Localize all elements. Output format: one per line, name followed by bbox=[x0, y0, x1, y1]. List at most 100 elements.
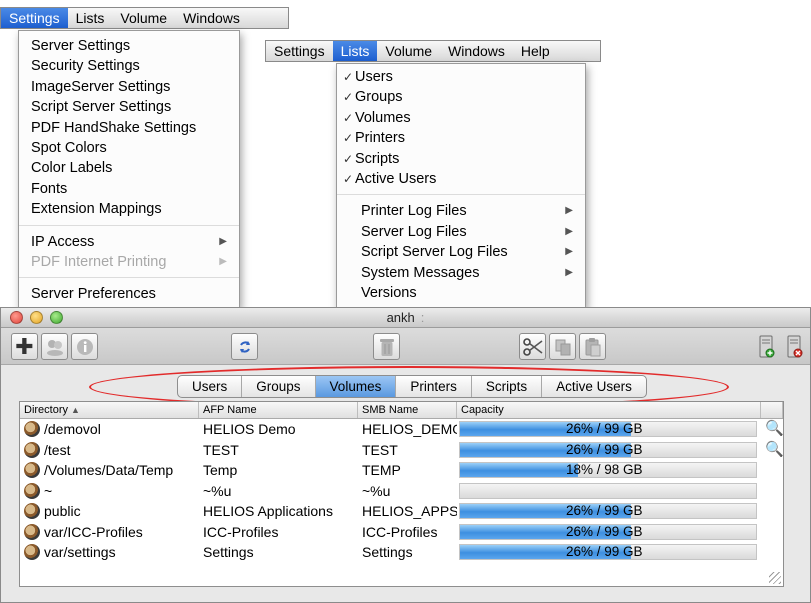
menu-item-extension-mappings[interactable]: Extension Mappings bbox=[19, 199, 239, 219]
delete-button[interactable] bbox=[373, 333, 400, 360]
add-server-button[interactable] bbox=[753, 333, 780, 360]
column-header-directory[interactable]: Directory ▲ bbox=[20, 402, 199, 418]
menu-item-volumes[interactable]: ✓ Volumes bbox=[337, 108, 585, 128]
tab-active-users[interactable]: Active Users bbox=[542, 376, 646, 397]
close-window-button[interactable] bbox=[10, 311, 23, 324]
column-header-smb-name[interactable]: SMB Name bbox=[358, 402, 457, 418]
magnifier-icon[interactable]: 🔍 bbox=[765, 420, 783, 437]
capacity-bar: 26% / 99 GB bbox=[459, 421, 757, 437]
volume-folder-icon bbox=[24, 462, 40, 478]
tab-volumes[interactable]: Volumes bbox=[315, 376, 397, 397]
column-header-actions bbox=[761, 402, 783, 418]
menu-help[interactable]: Help bbox=[513, 41, 558, 61]
volume-folder-icon bbox=[24, 544, 40, 560]
menu-item-versions[interactable]: Versions bbox=[337, 283, 585, 303]
cell-capacity: 26% / 99 GB bbox=[457, 501, 761, 521]
cell-smb-name: TEST bbox=[362, 441, 398, 458]
menu-item-system-messages[interactable]: System Messages ▶ bbox=[337, 263, 585, 283]
refresh-icon bbox=[239, 340, 250, 353]
capacity-bar bbox=[459, 482, 757, 499]
menu-settings[interactable]: Settings bbox=[1, 8, 68, 28]
magnifier-icon[interactable]: 🔍 bbox=[765, 441, 783, 458]
menu-item-label: Users bbox=[355, 69, 393, 85]
submenu-arrow-icon: ▶ bbox=[565, 246, 573, 258]
menu-item-pdf-handshake-settings[interactable]: PDF HandShake Settings bbox=[19, 118, 239, 138]
table-row[interactable]: /demovol HELIOS Demo HELIOS_DEMO 26% / 99 G… bbox=[20, 419, 783, 440]
volume-folder-icon bbox=[24, 421, 40, 437]
menu-item-printers[interactable]: ✓ Printers bbox=[337, 128, 585, 148]
menu-item-server-preferences[interactable]: Server Preferences bbox=[19, 284, 239, 304]
paste-button[interactable] bbox=[579, 333, 606, 360]
menu-volume[interactable]: Volume bbox=[112, 8, 175, 28]
menu-windows[interactable]: Windows bbox=[440, 41, 513, 61]
menu-item-fonts[interactable]: Fonts bbox=[19, 179, 239, 199]
tab-scripts[interactable]: Scripts bbox=[472, 376, 543, 397]
cell-actions bbox=[761, 522, 783, 543]
add-button[interactable]: ✚ bbox=[11, 333, 38, 360]
menu-settings[interactable]: Settings bbox=[266, 41, 333, 61]
menu-item-label: Groups bbox=[355, 89, 403, 106]
copy-button[interactable] bbox=[549, 333, 576, 360]
menu-item-groups[interactable]: ✓ Groups bbox=[337, 87, 585, 107]
scissors-icon bbox=[522, 337, 542, 356]
menu-item-printer-log-files[interactable]: Printer Log Files ▶ bbox=[337, 201, 585, 221]
minimize-window-button[interactable] bbox=[30, 311, 43, 324]
table-row[interactable]: var/ICC-Profiles ICC-Profiles ICC-Profiles… bbox=[20, 522, 783, 543]
capacity-text: 26% / 99 GB bbox=[566, 441, 643, 457]
menu-item-active-users[interactable]: ✓ Active Users bbox=[337, 169, 585, 189]
menu-item-label: IP Access bbox=[31, 233, 95, 250]
edit-button[interactable] bbox=[41, 333, 68, 360]
menu-item-security-settings[interactable]: Security Settings bbox=[19, 56, 239, 76]
table-row[interactable]: ~ ~%u ~%u bbox=[20, 481, 783, 502]
menu-volume[interactable]: Volume bbox=[377, 41, 440, 61]
menu-windows[interactable]: Windows bbox=[175, 8, 248, 28]
menu-item-ip-access[interactable]: IP Access ▶ bbox=[19, 232, 239, 252]
server-remove-icon bbox=[787, 335, 802, 357]
menu-lists[interactable]: Lists bbox=[332, 41, 378, 61]
cell-actions bbox=[761, 542, 783, 563]
remove-server-button[interactable] bbox=[781, 333, 808, 360]
cell-directory: ~ bbox=[20, 481, 199, 502]
checkmark-icon: ✓ bbox=[343, 110, 354, 125]
table-row[interactable]: var/settings Settings Settings 26% / 99 GB bbox=[20, 542, 783, 563]
menu-item-scripts[interactable]: ✓ Scripts bbox=[337, 149, 585, 169]
menu-item-spot-colors[interactable]: Spot Colors bbox=[19, 138, 239, 158]
resize-grip-icon[interactable] bbox=[769, 572, 781, 584]
menu-item-server-log-files[interactable]: Server Log Files ▶ bbox=[337, 222, 585, 242]
cell-afp-name: Temp bbox=[203, 462, 238, 478]
menu-item-label: Volumes bbox=[355, 109, 411, 126]
menu-item-script-server-log-files[interactable]: Script Server Log Files ▶ bbox=[337, 242, 585, 262]
menu-item-label: Printer Log Files bbox=[361, 203, 467, 220]
menu-item-label: Script Server Log Files bbox=[361, 244, 508, 261]
cell-directory: /demovol bbox=[20, 419, 199, 440]
menu-item-users[interactable]: ✓ Users bbox=[337, 67, 585, 87]
menu-item-imageserver-settings[interactable]: ImageServer Settings bbox=[19, 77, 239, 97]
menu-item-label: PDF Internet Printing bbox=[31, 253, 167, 270]
menu-lists[interactable]: Lists bbox=[68, 8, 113, 28]
cell-afp-name: ICC-Profiles bbox=[203, 523, 279, 540]
refresh-button[interactable] bbox=[231, 333, 258, 360]
table-row[interactable]: public HELIOS Applications HELIOS_APPS 26% … bbox=[20, 501, 783, 522]
column-header-capacity[interactable]: Capacity bbox=[457, 402, 761, 418]
volumes-table: Directory ▲ AFP Name SMB Name Capacity /d… bbox=[19, 401, 784, 587]
tab-users[interactable]: Users bbox=[178, 376, 243, 397]
tab-groups[interactable]: Groups bbox=[242, 376, 316, 397]
plus-icon: ✚ bbox=[15, 333, 34, 359]
table-row[interactable]: /test TEST TEST 26% / 99 GB 🔍 bbox=[20, 440, 783, 461]
menu-item-color-labels[interactable]: Color Labels bbox=[19, 158, 239, 178]
cell-afp-name: HELIOS Demo bbox=[203, 421, 296, 437]
tab-printers[interactable]: Printers bbox=[396, 376, 472, 397]
checkmark-icon: ✓ bbox=[343, 131, 354, 146]
column-header-afp-name[interactable]: AFP Name bbox=[199, 402, 358, 418]
menu-separator bbox=[19, 277, 239, 279]
menu-item-server-settings[interactable]: Server Settings bbox=[19, 36, 239, 56]
cut-button[interactable] bbox=[519, 333, 546, 360]
menu-item-script-server-settings[interactable]: Script Server Settings bbox=[19, 97, 239, 117]
info-button[interactable] bbox=[71, 333, 98, 360]
cell-actions bbox=[761, 501, 783, 522]
table-row[interactable]: /Volumes/Data/Temp Temp TEMP 18% / 98 GB bbox=[20, 460, 783, 481]
lists-menu: ✓ Users ✓ Groups ✓ Volumes ✓ Printers ✓ Scrip… bbox=[336, 63, 586, 308]
cell-directory: /test bbox=[20, 440, 199, 461]
menu-separator bbox=[19, 224, 239, 226]
zoom-window-button[interactable] bbox=[50, 311, 63, 324]
